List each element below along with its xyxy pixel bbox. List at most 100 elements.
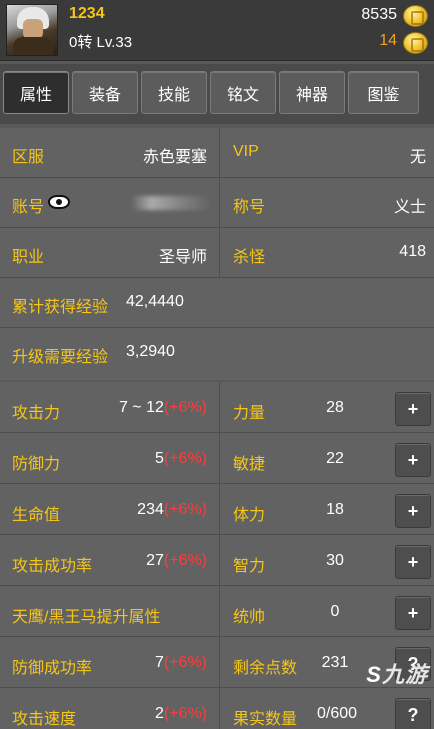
tab-equipment[interactable]: 装备	[72, 71, 138, 114]
info-panel: 区服 赤色要塞 VIP 无 账号 称号 义士 职业 圣导师 杀怪 418 累计获…	[0, 128, 434, 380]
server-label: 区服	[12, 149, 45, 166]
attr-value: 22	[326, 450, 344, 467]
tab-artifacts[interactable]: 神器	[279, 71, 345, 114]
tab-skills[interactable]: 技能	[141, 71, 207, 114]
stat-label: 防御成功率	[12, 660, 93, 677]
add-stamina-button[interactable]: +	[395, 494, 431, 528]
stat-row: 攻击成功率 27(+6%) 智力 30 +	[0, 535, 434, 586]
stat-number: 27	[146, 552, 164, 569]
kills-label: 杀怪	[233, 249, 266, 266]
stat-value: 234(+6%)	[137, 501, 207, 519]
stat-label: 生命值	[12, 507, 61, 524]
add-intelligence-button[interactable]: +	[395, 545, 431, 579]
stat-right-cell: 果实数量 0/600 ?	[221, 688, 434, 729]
stat-left-cell: 防御成功率 7(+6%)	[0, 637, 220, 688]
stat-bonus: (+6%)	[163, 654, 207, 671]
level-label: 0转 Lv.33	[69, 34, 133, 51]
attr-label: 力量	[233, 405, 266, 422]
tab-bar: 属性 装备 技能 铭文 神器 图鉴	[0, 64, 434, 124]
server-value: 赤色要塞	[142, 149, 207, 166]
stats-panel: 攻击力 7 ~ 12(+6%) 力量 28 + 防御力 5(+6%) 敏捷 22…	[0, 382, 434, 729]
job-value: 圣导师	[158, 249, 207, 266]
avatar-body	[13, 37, 53, 55]
stat-row: 防御力 5(+6%) 敏捷 22 +	[0, 433, 434, 484]
stat-bonus: (+6%)	[163, 501, 207, 518]
exp-total-value: 42,4440	[126, 293, 184, 310]
tab-attributes[interactable]: 属性	[3, 71, 69, 114]
job-cell: 职业 圣导师	[0, 228, 220, 278]
fruit-help-button[interactable]: ?	[395, 698, 431, 729]
stat-right-cell: 敏捷 22 +	[221, 433, 434, 484]
account-label: 账号	[12, 199, 45, 216]
stat-left-cell: 天鹰/黑王马提升属性	[0, 586, 220, 637]
stat-value: 7 ~ 12(+6%)	[119, 399, 207, 417]
attr-value: 28	[326, 399, 344, 416]
avatar[interactable]	[6, 4, 58, 56]
gold-amount: 8535	[361, 6, 397, 23]
stat-left-cell: 攻击力 7 ~ 12(+6%)	[0, 382, 220, 433]
stat-label: 防御力	[12, 456, 61, 473]
exp-total-label: 累计获得经验	[12, 299, 109, 316]
stat-label: 攻击力	[12, 405, 61, 422]
attr-value: 231	[321, 654, 349, 671]
attr-value: 0	[330, 603, 340, 620]
stat-left-cell: 攻击成功率 27(+6%)	[0, 535, 220, 586]
attr-value: 18	[326, 501, 344, 518]
title-cell: 称号 义士	[221, 178, 434, 228]
info-row-exp-total: 累计获得经验 42,4440	[0, 278, 434, 328]
stat-value: 2(+6%)	[155, 705, 207, 723]
kills-value: 418	[399, 243, 426, 260]
vip-value: 无	[409, 149, 426, 166]
attr-label: 剩余点数	[233, 660, 298, 677]
server-cell: 区服 赤色要塞	[0, 128, 220, 178]
add-agility-button[interactable]: +	[395, 443, 431, 477]
username: 1234	[69, 5, 105, 22]
exp-need-value: 3,2940	[126, 343, 175, 360]
stat-label: 攻击速度	[12, 711, 77, 728]
eye-icon[interactable]	[48, 195, 70, 209]
stat-number: 7 ~ 12	[118, 399, 164, 416]
account-value-hidden	[131, 196, 211, 210]
attr-value: 0/600	[317, 705, 358, 722]
info-row-account: 账号 称号 义士	[0, 178, 434, 228]
stat-right-cell: 统帅 0 +	[221, 586, 434, 637]
vip-label: VIP	[233, 143, 259, 160]
tab-inscriptions[interactable]: 铭文	[210, 71, 276, 114]
tab-collection[interactable]: 图鉴	[348, 71, 419, 114]
stat-value: 5(+6%)	[155, 450, 207, 468]
stat-label: 天鹰/黑王马提升属性	[12, 609, 161, 626]
watermark-text: 九游	[381, 662, 428, 687]
stat-left-cell: 生命值 234(+6%)	[0, 484, 220, 535]
stat-number: 234	[137, 501, 164, 518]
stat-row: 攻击速度 2(+6%) 果实数量 0/600 ?	[0, 688, 434, 729]
stat-bonus: (+6%)	[163, 705, 207, 722]
vip-cell: VIP 无	[221, 128, 434, 178]
attr-label: 敏捷	[233, 456, 266, 473]
stat-number: 2	[154, 705, 164, 722]
stat-label: 攻击成功率	[12, 558, 93, 575]
job-label: 职业	[12, 249, 45, 266]
attr-value: 30	[326, 552, 344, 569]
stat-left-cell: 防御力 5(+6%)	[0, 433, 220, 484]
gem-coin-icon	[403, 32, 428, 54]
title-value: 义士	[393, 199, 426, 216]
stat-bonus: (+6%)	[163, 552, 207, 569]
title-label: 称号	[233, 199, 266, 216]
stat-row: 攻击力 7 ~ 12(+6%) 力量 28 +	[0, 382, 434, 433]
gold-coin-icon	[403, 5, 428, 27]
stat-number: 7	[154, 654, 164, 671]
stat-left-cell: 攻击速度 2(+6%)	[0, 688, 220, 729]
attr-label: 果实数量	[233, 711, 298, 728]
account-cell: 账号	[0, 178, 220, 228]
info-row-job: 职业 圣导师 杀怪 418	[0, 228, 434, 278]
info-row-exp-need: 升级需要经验 3,2940	[0, 328, 434, 378]
stat-right-cell: 力量 28 +	[221, 382, 434, 433]
exp-need-label: 升级需要经验	[12, 349, 109, 366]
info-row-server: 区服 赤色要塞 VIP 无	[0, 128, 434, 178]
add-strength-button[interactable]: +	[395, 392, 431, 426]
stat-value: 27(+6%)	[146, 552, 207, 570]
character-header: 1234 0转 Lv.33 8535 14	[0, 0, 434, 61]
stat-bonus: (+6%)	[163, 399, 207, 416]
avatar-face	[23, 19, 43, 39]
add-command-button[interactable]: +	[395, 596, 431, 630]
